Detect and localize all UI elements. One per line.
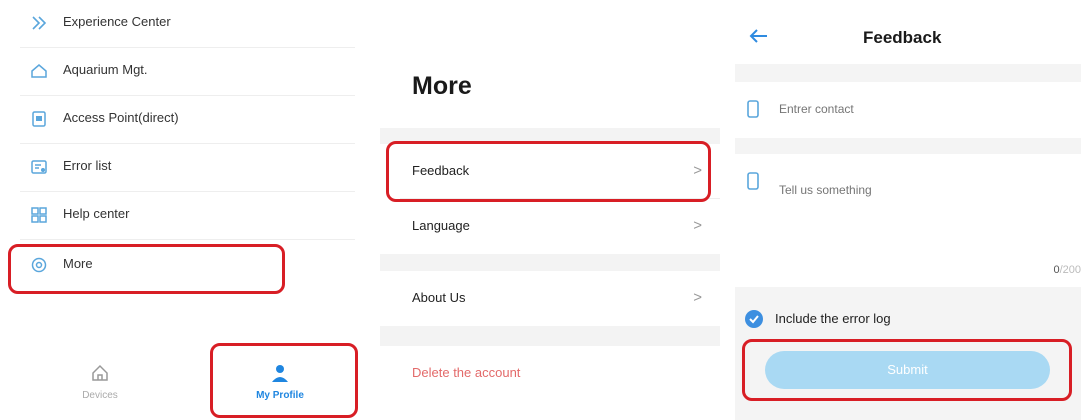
tab-devices[interactable]: Devices — [50, 363, 150, 413]
chevron-right-icon: > — [693, 162, 702, 179]
experience-center-icon — [32, 16, 47, 30]
feedback-screen: Feedback 0/200 Include the error log Sub… — [735, 0, 1081, 420]
section-gap — [380, 254, 720, 271]
home-icon — [92, 364, 108, 381]
section-gap — [380, 326, 720, 346]
menu-item-more[interactable]: More — [0, 242, 355, 290]
menu-item-label: Aquarium Mgt. — [63, 62, 148, 77]
checkmark-icon — [749, 315, 759, 324]
back-arrow-icon[interactable] — [749, 28, 769, 44]
more-icon — [31, 257, 47, 273]
menu-item-error-list[interactable]: Error list — [0, 144, 355, 192]
profile-screen: Experience Center Aquarium Mgt. Access P… — [0, 0, 360, 420]
settings-item-label: Language — [412, 218, 470, 233]
menu-item-label: Help center — [63, 206, 130, 221]
settings-item-label: Feedback — [412, 163, 470, 178]
menu-item-help-center[interactable]: Help center — [0, 192, 355, 240]
delete-account-label: Delete the account — [412, 365, 521, 380]
settings-item-feedback[interactable]: Feedback > — [380, 144, 720, 199]
menu-item-access-point[interactable]: Access Point(direct) — [0, 96, 355, 144]
include-error-log-label: Include the error log — [775, 311, 891, 326]
character-counter: 0/200 — [1053, 264, 1081, 276]
tab-label: My Profile — [256, 390, 304, 401]
help-center-icon — [31, 207, 47, 223]
tab-label: Devices — [82, 390, 118, 401]
tab-my-profile[interactable]: My Profile — [230, 363, 330, 413]
message-input[interactable] — [777, 182, 1071, 198]
access-point-icon — [32, 111, 46, 127]
menu-item-label: Error list — [63, 158, 112, 173]
message-field[interactable] — [735, 154, 1081, 286]
chevron-right-icon: > — [693, 217, 702, 234]
page-title: More — [412, 72, 472, 100]
menu-item-experience-center[interactable]: Experience Center — [0, 0, 355, 48]
menu-item-label: More — [63, 256, 93, 271]
submit-button[interactable]: Submit — [765, 351, 1050, 389]
page-title: Feedback — [863, 28, 942, 47]
counter-max: /200 — [1059, 264, 1081, 276]
settings-item-about-us[interactable]: About Us > — [380, 271, 720, 326]
aquarium-icon — [31, 64, 47, 78]
include-error-log-checkbox[interactable] — [745, 310, 763, 328]
settings-item-language[interactable]: Language > — [380, 199, 720, 254]
menu-item-aquarium-mgt[interactable]: Aquarium Mgt. — [0, 48, 355, 96]
delete-account-button[interactable]: Delete the account — [380, 346, 720, 401]
more-screen: More Feedback > Language > About Us > De… — [380, 0, 720, 420]
message-icon — [747, 172, 759, 190]
bottom-tab-bar: Devices My Profile — [0, 345, 360, 420]
menu-item-label: Experience Center — [63, 14, 171, 29]
section-gap — [380, 128, 720, 144]
phone-icon — [747, 100, 759, 118]
contact-input[interactable] — [777, 101, 1071, 117]
section-gap — [735, 138, 1081, 154]
header: Feedback — [735, 0, 1081, 64]
person-icon — [272, 365, 288, 382]
error-list-icon — [31, 160, 47, 174]
settings-item-label: About Us — [412, 290, 466, 305]
menu-item-label: Access Point(direct) — [63, 110, 179, 125]
chevron-right-icon: > — [693, 289, 702, 306]
section-gap — [735, 64, 1081, 82]
contact-field[interactable] — [735, 82, 1081, 138]
divider — [20, 239, 355, 240]
